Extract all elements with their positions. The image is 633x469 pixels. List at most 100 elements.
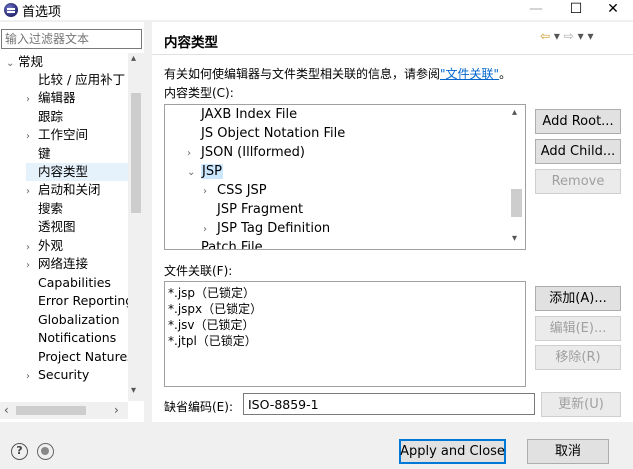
add-root-button[interactable]: Add Root... bbox=[535, 109, 621, 134]
add-child-button[interactable]: Add Child... bbox=[535, 139, 621, 164]
tree-item-keys[interactable]: 键 bbox=[26, 145, 51, 163]
default-encoding-input[interactable] bbox=[243, 393, 535, 415]
tree-horizontal-scrollbar[interactable]: ‹ › bbox=[0, 402, 128, 419]
tree-item-label: 启动和关闭 bbox=[38, 182, 101, 197]
content-types-scrollbar[interactable]: ▴ ▾ bbox=[508, 105, 525, 249]
eclipse-app-icon bbox=[4, 3, 18, 17]
default-encoding-label: 缺省编码(E): bbox=[164, 400, 233, 414]
tree-item-tracing[interactable]: 跟踪 bbox=[26, 108, 63, 126]
add-association-button[interactable]: 添加(A)... bbox=[535, 286, 621, 311]
tree-item-editors[interactable]: › 编辑器 bbox=[26, 89, 76, 107]
content-type-label: JAXB Index File bbox=[201, 107, 298, 122]
tree-item-security[interactable]: › Security bbox=[26, 366, 89, 384]
maximize-button[interactable]: ☐ bbox=[556, 0, 596, 20]
scroll-down-icon[interactable]: ▾ bbox=[512, 233, 517, 244]
content-type-item[interactable]: JS Object Notation File bbox=[187, 124, 345, 143]
tree-item-search[interactable]: 搜索 bbox=[26, 200, 63, 218]
preferences-tree: ⌄ 常规 比较 / 应用补丁 › 编辑器 跟踪 › 工作空间 键 内容类型 › 启动和关… bbox=[0, 53, 128, 401]
content-types-label: 内容类型(C): bbox=[164, 86, 234, 100]
cancel-button[interactable]: 取消 bbox=[527, 439, 609, 464]
tree-item-compare-patch[interactable]: 比较 / 应用补丁 bbox=[26, 71, 125, 89]
title-bar: 首选项 — ☐ ✕ bbox=[0, 0, 633, 20]
content-type-item[interactable]: › CSS JSP bbox=[203, 181, 267, 200]
content-type-item[interactable]: › JSON (Illformed) bbox=[187, 143, 305, 162]
edit-association-button[interactable]: 编辑(E)... bbox=[535, 316, 621, 341]
tree-item-label: 搜索 bbox=[38, 201, 64, 216]
chevron-right-icon[interactable]: › bbox=[203, 220, 217, 239]
scroll-left-icon[interactable]: ‹ bbox=[4, 403, 9, 417]
tree-item-workspace[interactable]: › 工作空间 bbox=[26, 126, 88, 144]
forward-menu-icon[interactable]: ▾ bbox=[578, 29, 584, 43]
list-item[interactable]: *.jspx（已锁定） bbox=[168, 301, 262, 317]
content-type-item[interactable]: › JSP Tag Definition bbox=[203, 219, 330, 238]
tree-item-label: Notifications bbox=[38, 330, 117, 345]
minimize-button[interactable]: — bbox=[516, 0, 556, 20]
content-type-item[interactable]: JAXB Index File bbox=[187, 105, 297, 124]
chevron-down-icon[interactable]: ⌄ bbox=[187, 163, 201, 182]
content-type-label: JS Object Notation File bbox=[201, 126, 346, 141]
chevron-right-icon[interactable]: › bbox=[26, 183, 38, 201]
tree-item-label: 键 bbox=[38, 146, 51, 161]
scroll-right-icon[interactable]: › bbox=[114, 403, 119, 417]
close-button[interactable]: ✕ bbox=[593, 0, 633, 20]
tree-item-error-reporting[interactable]: Error Reporting bbox=[26, 292, 128, 310]
tree-item-capabilities[interactable]: Capabilities bbox=[26, 274, 111, 292]
file-associations-link[interactable]: "文件关联" bbox=[440, 67, 499, 81]
tree-item-startup-shutdown[interactable]: › 启动和关闭 bbox=[26, 181, 101, 199]
filter-input[interactable] bbox=[1, 29, 142, 49]
remove-button[interactable]: Remove bbox=[535, 169, 621, 194]
content-type-item-jsp[interactable]: ⌄ JSP bbox=[187, 162, 223, 181]
tree-item-general[interactable]: ⌄ 常规 bbox=[6, 53, 43, 71]
tree-item-label: 透视图 bbox=[38, 219, 76, 234]
back-menu-icon[interactable]: ▾ bbox=[554, 29, 560, 43]
tree-item-label: 跟踪 bbox=[38, 109, 64, 124]
tree-item-label: 常规 bbox=[18, 54, 44, 69]
tree-item-label: Error Reporting bbox=[38, 293, 128, 308]
apply-and-close-button[interactable]: Apply and Close bbox=[399, 439, 506, 464]
scrollbar-thumb[interactable] bbox=[16, 406, 86, 415]
scroll-up-icon[interactable]: ▴ bbox=[131, 53, 136, 64]
chevron-right-icon[interactable]: › bbox=[203, 182, 217, 201]
tree-item-label: 工作空间 bbox=[38, 127, 89, 142]
tree-vertical-scrollbar[interactable]: ▴ ▾ bbox=[128, 53, 144, 401]
scrollbar-thumb[interactable] bbox=[131, 93, 141, 213]
history-nav: ⇦ ▾ ⇨ ▾ ▾ bbox=[540, 29, 594, 43]
tree-item-label: Project Natures bbox=[38, 349, 128, 364]
content-type-label: JSP bbox=[201, 164, 223, 179]
file-associations-label: 文件关联(F): bbox=[164, 264, 233, 278]
tree-item-globalization[interactable]: Globalization bbox=[26, 311, 120, 329]
chevron-right-icon[interactable]: › bbox=[26, 257, 38, 275]
tree-item-appearance[interactable]: › 外观 bbox=[26, 237, 63, 255]
description: 有关如何使编辑器与文件类型相关联的信息，请参阅"文件关联"。 bbox=[164, 65, 511, 82]
chevron-right-icon[interactable]: › bbox=[26, 128, 38, 146]
help-icon[interactable]: ? bbox=[11, 443, 28, 460]
record-icon[interactable] bbox=[37, 443, 54, 460]
tree-item-perspectives[interactable]: 透视图 bbox=[26, 218, 76, 236]
tree-item-network[interactable]: › 网络连接 bbox=[26, 255, 88, 273]
list-item[interactable]: *.jsv（已锁定） bbox=[168, 317, 255, 333]
view-menu-icon[interactable]: ▾ bbox=[588, 29, 594, 43]
chevron-right-icon[interactable]: › bbox=[26, 91, 38, 109]
tree-item-content-types[interactable]: 内容类型 bbox=[26, 163, 128, 181]
chevron-down-icon[interactable]: ⌄ bbox=[6, 55, 18, 73]
back-arrow-icon[interactable]: ⇦ bbox=[540, 29, 550, 43]
tree-item-label: Capabilities bbox=[38, 275, 111, 290]
chevron-right-icon[interactable]: › bbox=[26, 368, 38, 386]
scroll-up-icon[interactable]: ▴ bbox=[512, 107, 517, 118]
panel-sash[interactable] bbox=[148, 22, 150, 422]
content-type-item[interactable]: Patch File bbox=[187, 238, 263, 249]
scroll-down-icon[interactable]: ▾ bbox=[131, 385, 136, 396]
content-type-item[interactable]: JSP Fragment bbox=[203, 200, 303, 219]
remove-association-button[interactable]: 移除(R) bbox=[535, 345, 621, 370]
content-types-tree[interactable]: JAXB Index File JS Object Notation File … bbox=[164, 104, 526, 250]
tree-item-notifications[interactable]: Notifications bbox=[26, 329, 116, 347]
scrollbar-thumb[interactable] bbox=[511, 189, 522, 217]
forward-arrow-icon[interactable]: ⇨ bbox=[564, 29, 574, 43]
dialog-footer: ? Apply and Close 取消 bbox=[0, 422, 633, 469]
chevron-right-icon[interactable]: › bbox=[187, 144, 201, 163]
update-button[interactable]: 更新(U) bbox=[541, 392, 621, 417]
list-item[interactable]: *.jtpl（已锁定） bbox=[168, 333, 257, 349]
list-item[interactable]: *.jsp（已锁定） bbox=[168, 285, 255, 301]
file-associations-list[interactable]: *.jsp（已锁定） *.jspx（已锁定） *.jsv（已锁定） *.jtpl… bbox=[164, 281, 526, 387]
tree-item-project-natures[interactable]: Project Natures bbox=[26, 348, 128, 366]
